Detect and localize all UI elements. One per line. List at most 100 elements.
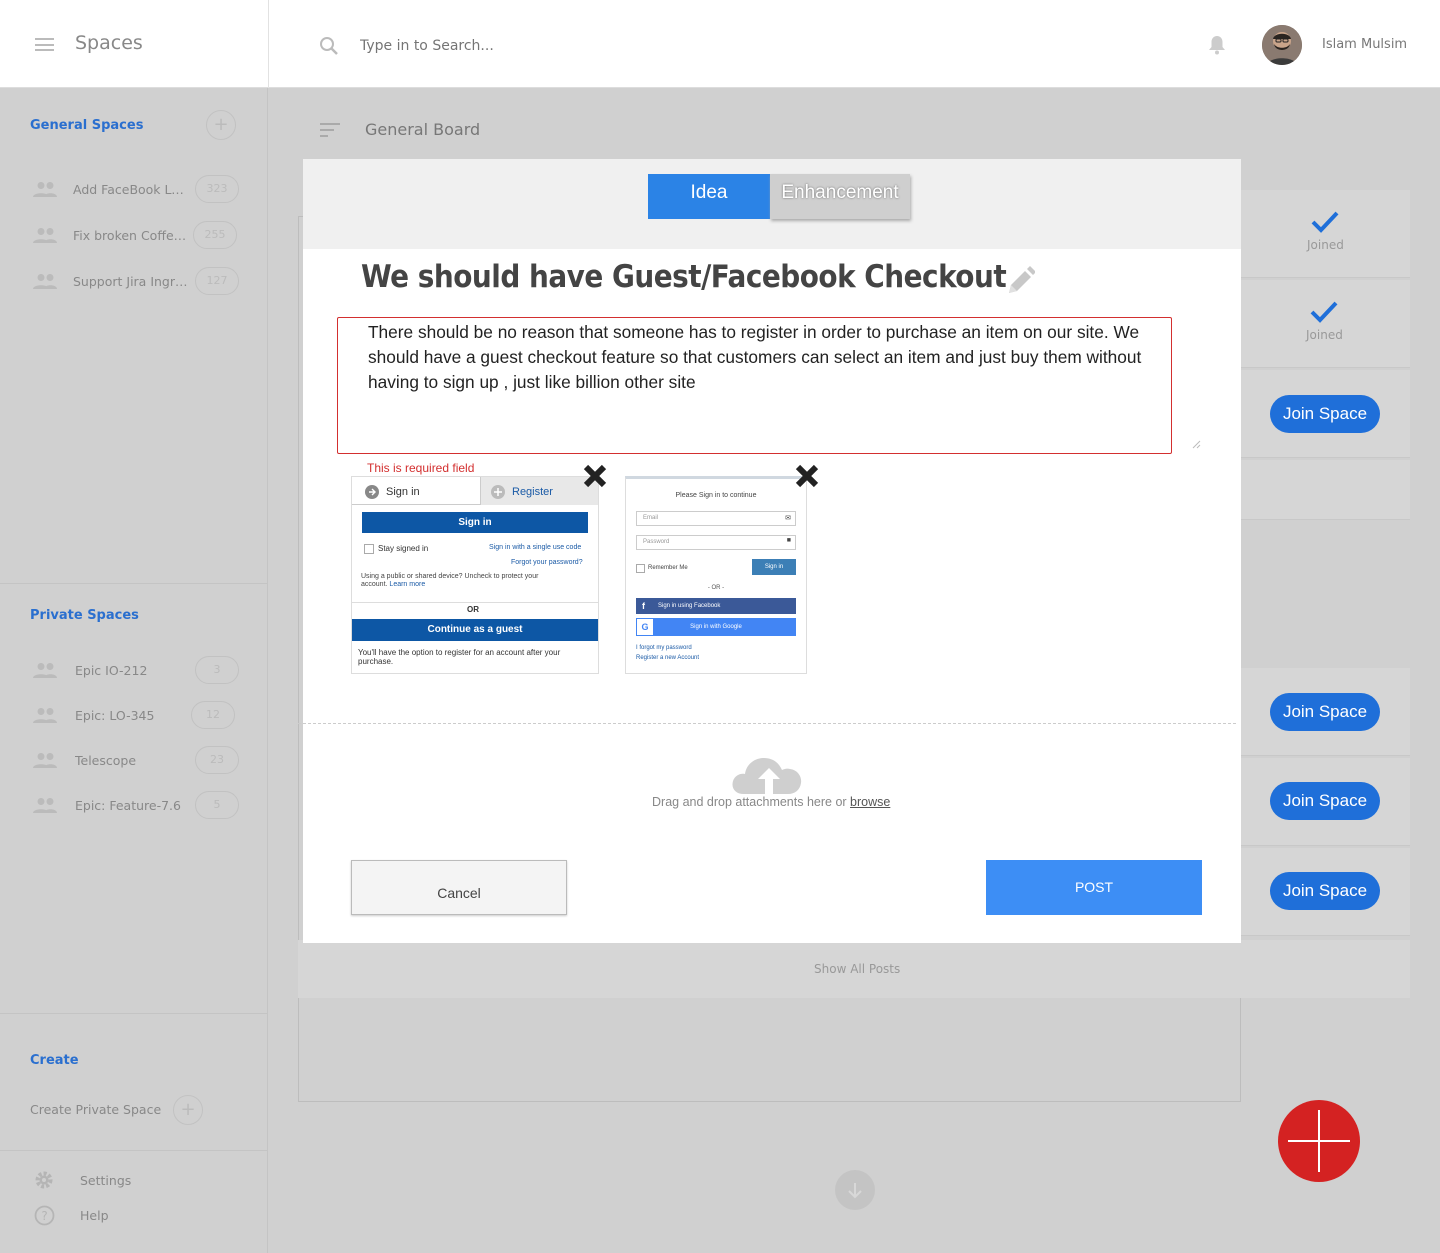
sidebar-divider [0, 1150, 268, 1151]
people-icon [33, 708, 57, 723]
attachment-thumbnail: Sign in Register Sign in Stay signed in … [351, 476, 599, 674]
private-spaces-title[interactable]: Private Spaces [30, 608, 139, 623]
plus-circle-icon [491, 485, 505, 499]
app-brand: Spaces [75, 32, 143, 54]
remove-attachment-icon[interactable] [581, 462, 609, 490]
dropzone-divider [298, 723, 1236, 724]
mini-text: Sign in with a single use code [489, 544, 582, 551]
space-row: Joined [1241, 190, 1410, 278]
brand-divider [268, 0, 269, 88]
people-icon [33, 663, 57, 678]
arrow-down-icon [848, 1183, 862, 1199]
general-spaces-title[interactable]: General Spaces [30, 118, 143, 133]
mini-text: Email [643, 515, 659, 521]
space-row: Joined [1241, 280, 1410, 368]
post-title[interactable]: We should have Guest/Facebook Checkout [361, 259, 1007, 295]
join-space-button[interactable]: Join Space [1270, 395, 1380, 433]
joined-indicator: Joined [1307, 210, 1344, 252]
mini-text: Sign in with Google [690, 624, 742, 630]
add-post-fab[interactable] [1278, 1100, 1360, 1182]
user-name[interactable]: Islam Mulsim [1322, 37, 1407, 52]
sidebar-item-label: Add FaceBook Login [73, 182, 188, 197]
join-space-button[interactable]: Join Space [1270, 693, 1380, 731]
search-input[interactable] [360, 34, 960, 58]
show-all-posts-link[interactable]: Show All Posts [814, 962, 900, 976]
count-badge: 255 [193, 221, 237, 249]
dropzone-text: Drag and drop attachments here or browse [652, 795, 890, 809]
mini-text: Sign in using Facebook [658, 603, 721, 609]
count-badge: 3 [195, 656, 239, 684]
mini-text: I forgot my password [636, 645, 692, 651]
count-badge: 127 [195, 267, 239, 295]
help-link[interactable]: Help [80, 1208, 109, 1223]
sidebar-item-private[interactable]: Epic: LO-345 12 [30, 701, 245, 731]
cancel-button[interactable]: Cancel [351, 860, 567, 915]
create-private-space-button[interactable]: + [173, 1095, 203, 1125]
scroll-down-button[interactable] [835, 1170, 875, 1210]
error-message: This is required field [367, 461, 475, 475]
mini-divider [352, 602, 598, 603]
sidebar-item-label: Epic: Feature-7.6 [75, 798, 181, 813]
join-space-button[interactable]: Join Space [1270, 782, 1380, 820]
mini-tab-signin: Sign in [352, 477, 480, 505]
add-general-space-button[interactable]: + [206, 110, 236, 140]
mini-checkbox [636, 564, 645, 573]
description-textarea[interactable] [337, 317, 1172, 454]
sidebar-item-general[interactable]: Fix broken Coffee o... 255 [30, 221, 245, 251]
attachment-thumbnail: Please Sign in to continue Email ✉ Passwo… [625, 476, 807, 674]
mini-text: - OR - [707, 585, 725, 591]
browse-link[interactable]: browse [850, 795, 890, 809]
people-icon [33, 798, 57, 813]
remove-attachment-icon[interactable] [793, 462, 821, 490]
resize-grip-icon[interactable] [1191, 439, 1201, 449]
space-row: Join Space [1241, 848, 1410, 936]
count-badge: 5 [195, 791, 239, 819]
mini-guest-button: Continue as a guest [352, 619, 598, 641]
sidebar-item-private[interactable]: Telescope 23 [30, 746, 245, 776]
space-row [1241, 460, 1410, 520]
search-icon [320, 37, 338, 55]
create-private-space-link[interactable]: Create Private Space [30, 1102, 161, 1117]
sort-icon[interactable] [320, 123, 340, 137]
sidebar-item-private[interactable]: Epic: Feature-7.6 5 [30, 791, 245, 821]
help-icon: ? [34, 1205, 55, 1226]
mini-signin-button: Sign in [362, 512, 588, 533]
sidebar-divider [0, 583, 268, 584]
tab-idea[interactable]: Idea [648, 174, 770, 219]
space-row: Join Space [1241, 758, 1410, 846]
mini-checkbox [364, 544, 374, 554]
svg-text:?: ? [41, 1209, 47, 1223]
sidebar-item-label: Support Jira Ingrat... [73, 274, 188, 289]
sidebar-item-label: Fix broken Coffee o... [73, 228, 188, 243]
join-space-button[interactable]: Join Space [1270, 872, 1380, 910]
settings-link[interactable]: Settings [80, 1173, 131, 1188]
mini-email-field: Email ✉ [636, 511, 796, 526]
count-badge: 323 [195, 175, 239, 203]
tab-enhancement[interactable]: Enhancement [770, 174, 910, 219]
sidebar-item-private[interactable]: Epic IO-212 3 [30, 656, 245, 686]
mini-password-field: Password ■ [636, 535, 796, 550]
notification-bell-icon[interactable] [1208, 35, 1226, 55]
sidebar-divider [0, 1013, 268, 1014]
cloud-upload-icon[interactable] [730, 750, 808, 796]
mini-facebook-button: f Sign in using Facebook [636, 598, 796, 614]
edit-pencil-icon[interactable] [1005, 263, 1035, 297]
board-title: General Board [365, 120, 481, 139]
mini-text: Remember Me [648, 565, 688, 571]
check-icon [1311, 211, 1339, 233]
count-badge: 12 [191, 701, 235, 729]
hamburger-menu-icon[interactable] [35, 38, 54, 51]
avatar[interactable] [1262, 25, 1302, 65]
mini-text: Please Sign in to continue [675, 492, 757, 499]
sidebar-item-general[interactable]: Add FaceBook Login 323 [30, 175, 245, 205]
sidebar-item-label: Telescope [75, 753, 137, 768]
mini-text: Learn more [389, 580, 426, 588]
check-icon [1310, 301, 1338, 323]
create-title[interactable]: Create [30, 1053, 79, 1068]
sidebar-item-general[interactable]: Support Jira Ingrat... 127 [30, 267, 245, 297]
mini-text: Password [643, 539, 670, 545]
mini-text: OR [467, 605, 479, 614]
count-badge: 23 [195, 746, 239, 774]
post-button[interactable]: POST [986, 860, 1202, 915]
new-post-modal: Idea Enhancement We should have Guest/Fa… [298, 159, 1241, 943]
